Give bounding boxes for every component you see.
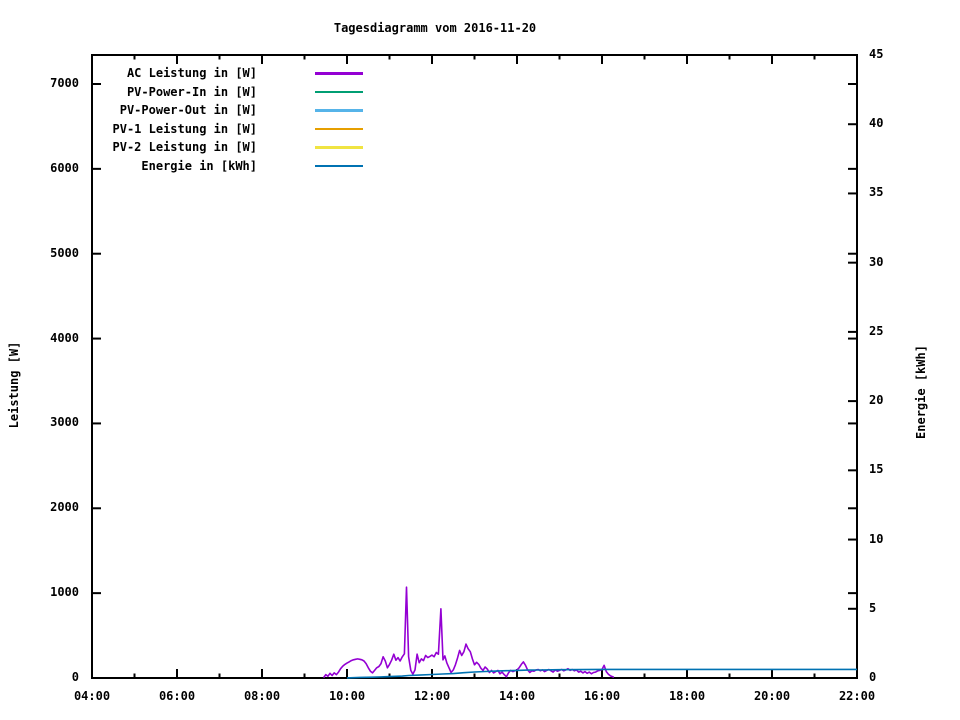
legend-item: PV-2 Leistung in [W] — [60, 138, 430, 157]
legend-line-sample — [315, 164, 363, 168]
chart-page: { "title": "Tagesdiagramm vom 2016-11-20… — [0, 0, 960, 720]
legend-line-sample — [315, 109, 363, 112]
legend-item: Energie in [kWh] — [60, 157, 430, 176]
legend-label: PV-2 Leistung in [W] — [112, 140, 258, 155]
legend-item: PV-Power-Out in [W] — [60, 101, 430, 120]
legend-label: AC Leistung in [W] — [126, 66, 257, 80]
legend-line-sample — [315, 127, 363, 131]
legend-label: PV-1 Leistung in [W] — [112, 121, 258, 136]
legend-line-sample — [315, 146, 363, 149]
series-line — [322, 586, 615, 679]
legend-label: Energie in [kWh] — [141, 158, 257, 173]
legend-label: PV-Power-Out in [W] — [119, 103, 257, 118]
legend: AC Leistung in [W] PV-Power-In in [W] PV… — [60, 64, 430, 176]
legend-item: AC Leistung in [W] — [60, 64, 430, 83]
legend-line-sample — [315, 72, 363, 75]
legend-label: PV-Power-In in [W] — [126, 84, 257, 99]
legend-item: PV-Power-In in [W] — [60, 83, 430, 102]
legend-line-sample — [315, 90, 363, 94]
legend-item: PV-1 Leistung in [W] — [60, 120, 430, 139]
